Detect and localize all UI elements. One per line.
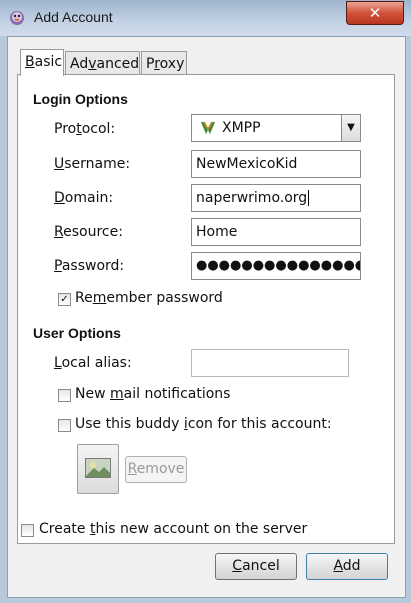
- tab-basic[interactable]: Basic: [20, 49, 64, 76]
- close-icon: ✕: [368, 4, 382, 22]
- username-field[interactable]: NewMexicoKid: [191, 150, 361, 178]
- tab-label-mnemonic: B: [25, 54, 35, 70]
- new-mail-label[interactable]: New mail notifications: [75, 386, 230, 402]
- buddy-icon-label[interactable]: Use this buddy icon for this account:: [75, 416, 332, 432]
- domain-field[interactable]: naperwrimo.org: [191, 184, 361, 212]
- tab-label: Ad: [70, 56, 89, 72]
- resource-label: Resource:: [54, 224, 123, 240]
- remember-password-checkbox[interactable]: ✓: [58, 293, 71, 306]
- new-mail-checkbox[interactable]: [58, 389, 71, 402]
- close-button[interactable]: ✕: [346, 1, 404, 25]
- add-button[interactable]: Add: [306, 553, 388, 580]
- protocol-label: Protocol:: [54, 121, 116, 137]
- tab-proxy[interactable]: Proxy: [141, 51, 187, 75]
- protocol-value: XMPP: [222, 120, 261, 136]
- tab-label-mnemonic: v: [88, 56, 97, 72]
- text-cursor: [308, 190, 310, 206]
- chevron-down-icon[interactable]: ▼: [341, 115, 360, 141]
- user-options-heading: User Options: [33, 325, 121, 341]
- xmpp-icon: [201, 121, 215, 134]
- domain-value: naperwrimo.org: [196, 190, 308, 206]
- checkmark-icon: ✓: [60, 294, 69, 305]
- local-alias-label: Local alias:: [54, 355, 132, 371]
- basic-tab-panel: Login Options Protocol: XMPP ▼ Username:…: [17, 74, 395, 544]
- title-bar: Add Account ✕: [0, 0, 411, 36]
- cancel-button[interactable]: Cancel: [215, 553, 297, 580]
- pidgin-app-icon: [10, 11, 24, 25]
- tab-label: oxy: [159, 56, 185, 72]
- tab-label: anced: [96, 56, 140, 72]
- image-icon: [85, 458, 111, 478]
- tab-label: P: [146, 56, 155, 72]
- tab-label: asic: [34, 54, 63, 70]
- buddy-icon-checkbox[interactable]: [58, 419, 71, 432]
- create-on-server-checkbox[interactable]: [21, 524, 34, 537]
- dialog-client: Basic Advanced Proxy Login Options Proto…: [7, 36, 406, 598]
- window-title: Add Account: [34, 9, 113, 25]
- login-options-heading: Login Options: [33, 91, 128, 107]
- tab-advanced[interactable]: Advanced: [65, 51, 140, 75]
- remember-password-label[interactable]: Remember password: [75, 290, 223, 306]
- local-alias-field[interactable]: [191, 349, 349, 377]
- password-field[interactable]: ●●●●●●●●●●●●●●●●●●: [191, 252, 361, 280]
- username-label: Username:: [54, 156, 131, 172]
- resource-field[interactable]: Home: [191, 218, 361, 246]
- remove-button[interactable]: Remove: [125, 456, 187, 483]
- protocol-select[interactable]: XMPP ▼: [191, 114, 361, 142]
- create-on-server-label[interactable]: Create this new account on the server: [39, 521, 307, 537]
- buddy-icon-picker[interactable]: [77, 444, 119, 494]
- domain-label: Domain:: [54, 190, 114, 206]
- password-label: Password:: [54, 258, 125, 274]
